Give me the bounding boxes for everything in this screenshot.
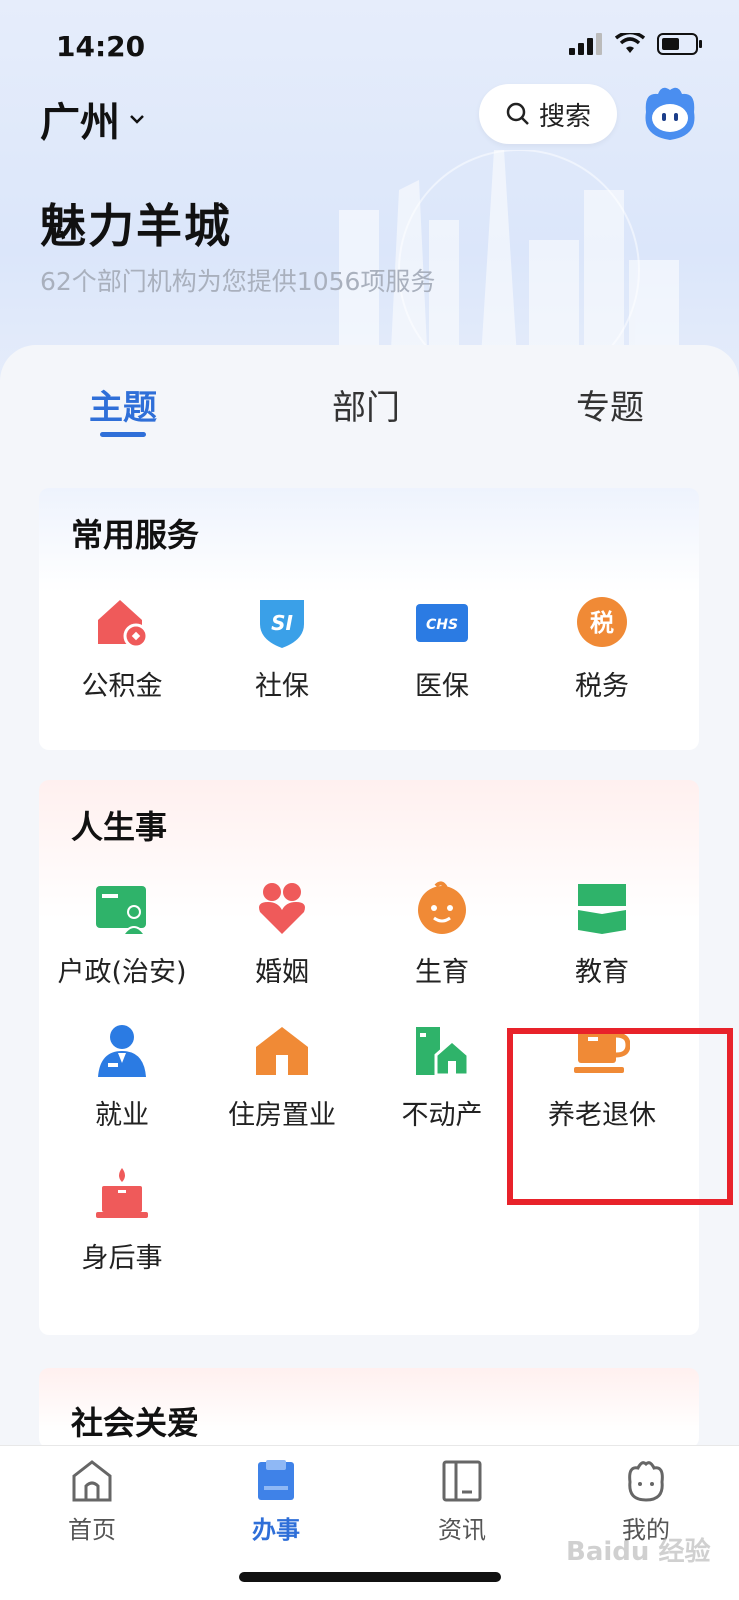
service-label: 公积金 — [81, 671, 163, 702]
news-icon — [442, 1460, 482, 1502]
tab-theme[interactable]: 主题 — [53, 380, 193, 429]
real-estate-icon — [416, 1027, 470, 1077]
service-label: 就业 — [95, 1100, 149, 1131]
life-item-birth[interactable]: 生育 — [362, 880, 522, 989]
life-events-title: 人生事 — [71, 808, 168, 846]
service-label: 生育 — [415, 957, 469, 988]
service-label: 社保 — [255, 671, 309, 702]
service-label: 身后事 — [81, 1243, 163, 1274]
status-icons — [569, 32, 703, 56]
social-care-card: 社会关爱 — [39, 1368, 699, 1448]
service-label: 医保 — [415, 671, 469, 702]
nav-tasks[interactable]: 办事 — [216, 1458, 336, 1545]
task-icon — [258, 1460, 294, 1500]
service-label: 婚姻 — [255, 957, 309, 988]
medical-insurance-icon: CHS — [416, 604, 468, 642]
social-security-icon: SI — [260, 600, 304, 648]
employment-icon — [98, 1025, 146, 1077]
svg-text:税: 税 — [590, 609, 614, 637]
service-label: 不动产 — [401, 1100, 483, 1131]
home-icon — [72, 1460, 112, 1502]
marriage-icon — [259, 883, 305, 934]
life-item-real-estate[interactable]: 不动产 — [362, 1023, 522, 1132]
search-label: 搜索 — [538, 101, 591, 132]
signal-icon — [569, 33, 602, 55]
tax-icon: 税 — [577, 597, 627, 647]
nav-home[interactable]: 首页 — [32, 1458, 152, 1545]
nav-label: 首页 — [68, 1516, 116, 1544]
watermark: Baidu 经验 — [566, 1537, 711, 1567]
life-item-marriage[interactable]: 婚姻 — [202, 880, 362, 989]
book-icon — [577, 884, 627, 934]
life-item-household[interactable]: 户政(治安) — [42, 880, 202, 989]
hero-title: 魅力羊城 — [40, 199, 232, 253]
tab-special[interactable]: 专题 — [540, 380, 680, 429]
status-time: 14:20 — [56, 30, 146, 63]
service-label: 税务 — [575, 671, 629, 702]
home-indicator — [239, 1572, 501, 1582]
household-icon — [96, 886, 146, 934]
svg-text:CHS: CHS — [426, 617, 458, 633]
baby-icon — [418, 881, 466, 934]
city-name: 广州 — [40, 100, 120, 146]
search-icon — [506, 102, 529, 125]
status-bar: 14:20 — [0, 0, 739, 90]
wifi-icon — [615, 33, 645, 53]
chevron-down-icon — [130, 115, 144, 124]
social-care-title: 社会关爱 — [71, 1404, 200, 1442]
candle-icon — [96, 1168, 148, 1218]
service-housing-fund[interactable]: 公积金 — [42, 594, 202, 703]
battery-icon — [657, 33, 702, 55]
life-item-funeral[interactable]: 身后事 — [42, 1166, 202, 1275]
service-label: 户政(治安) — [57, 957, 187, 988]
tab-department[interactable]: 部门 — [296, 380, 436, 429]
tab-bar: 主题 部门 专题 — [0, 380, 739, 450]
life-item-employment[interactable]: 就业 — [42, 1023, 202, 1132]
svg-text:SI: SI — [271, 611, 293, 635]
service-tax[interactable]: 税 税务 — [522, 594, 682, 703]
nav-label: 资讯 — [438, 1516, 486, 1544]
life-item-education[interactable]: 教育 — [522, 880, 682, 989]
profile-icon — [628, 1461, 664, 1502]
nav-news[interactable]: 资讯 — [402, 1458, 522, 1545]
common-services-card: 常用服务 公积金 SI 社保 CHS 医保 税 税务 — [39, 488, 699, 750]
common-services-title: 常用服务 — [71, 516, 200, 554]
highlight-box-retirement — [507, 1028, 733, 1205]
housing-fund-icon — [98, 600, 149, 649]
house-icon — [256, 1027, 308, 1075]
tab-active-indicator — [100, 432, 146, 437]
service-label: 住房置业 — [228, 1100, 336, 1131]
nav-label: 办事 — [252, 1516, 300, 1544]
search-button[interactable]: 搜索 — [479, 84, 617, 144]
city-selector[interactable]: 广州 — [40, 90, 148, 148]
service-medical-insurance[interactable]: CHS 医保 — [362, 594, 522, 703]
hero-subtitle: 62个部门机构为您提供1056项服务 — [40, 267, 436, 296]
assistant-avatar-icon[interactable] — [638, 82, 702, 146]
service-label: 教育 — [575, 957, 629, 988]
life-item-housing[interactable]: 住房置业 — [202, 1023, 362, 1132]
service-social-security[interactable]: SI 社保 — [202, 594, 362, 703]
